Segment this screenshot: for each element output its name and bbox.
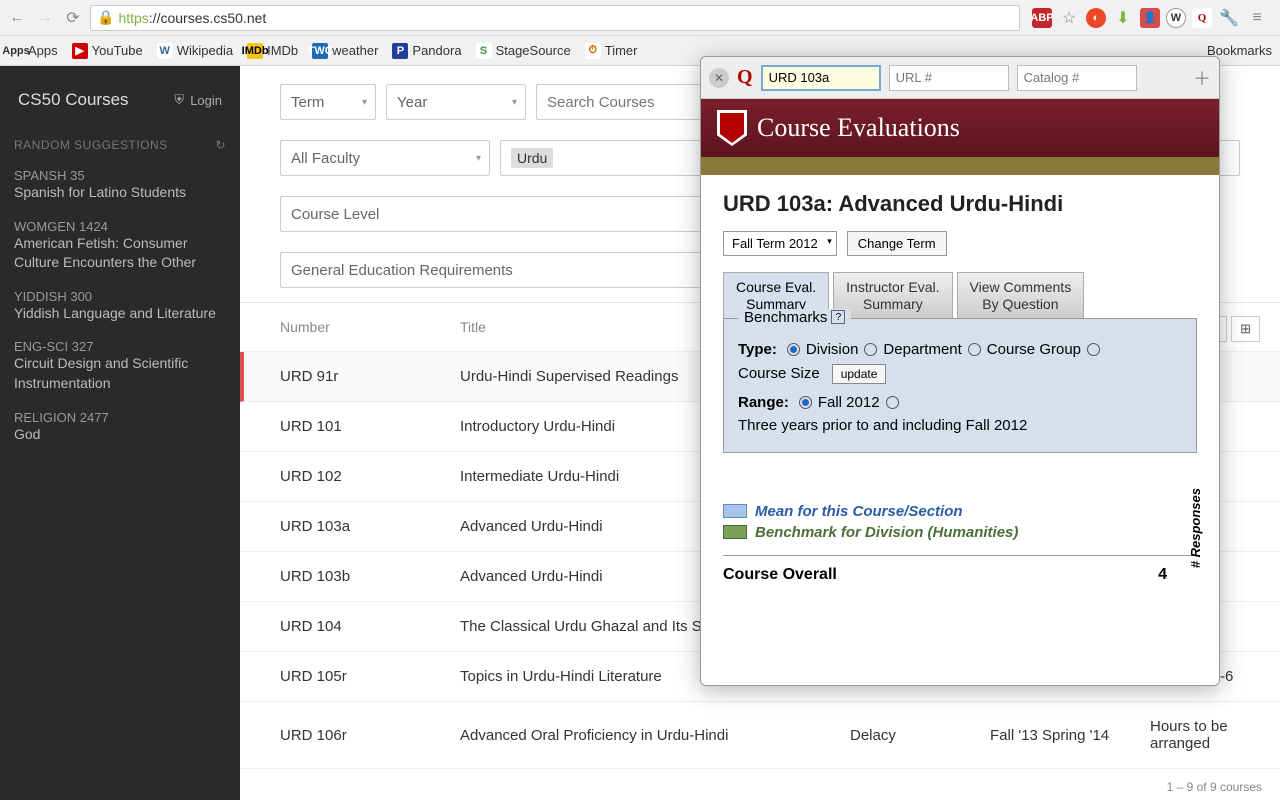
popup-banner: Course Evaluations <box>701 99 1219 157</box>
responses-label: # Responses <box>1188 488 1203 568</box>
banner-title: Course Evaluations <box>757 113 960 143</box>
popup-catalog-input[interactable] <box>1017 65 1137 91</box>
grid-view-button[interactable]: ⊞ <box>1231 316 1260 342</box>
year-select[interactable]: Year <box>386 84 526 120</box>
reload-button[interactable]: ⟳ <box>62 7 84 29</box>
lock-icon: 🔒 <box>97 9 114 26</box>
w-icon[interactable]: W <box>1166 8 1186 28</box>
back-button[interactable]: ← <box>6 7 28 29</box>
radio-range-0[interactable] <box>799 396 812 409</box>
bookmark-stagesource[interactable]: SStageSource <box>476 43 571 59</box>
legend-mean: Mean for this Course/Section <box>755 503 963 520</box>
popup-url-input[interactable] <box>889 65 1009 91</box>
overall-label: Course Overall <box>723 566 837 584</box>
range-label: Range: <box>738 394 789 411</box>
shield-icon: ⛨ <box>174 92 184 108</box>
radio-label: Course Group <box>987 341 1081 358</box>
sidebar: CS50 Courses ⛨ Login RANDOM SUGGESTIONS … <box>0 66 240 800</box>
suggestions-header: RANDOM SUGGESTIONS <box>14 138 168 152</box>
menu-icon[interactable]: ≡ <box>1246 7 1268 29</box>
star-icon[interactable]: ☆ <box>1058 7 1080 29</box>
extension-icons: ABP ☆ ◐ ⬇ 👤 W Q 🔧 ≡ <box>1026 7 1274 29</box>
bookmark-weather[interactable]: TWCweather <box>312 43 378 59</box>
suggestion-item[interactable]: YIDDISH 300Yiddish Language and Literatu… <box>0 283 240 334</box>
wrench-icon[interactable]: 🔧 <box>1218 7 1240 29</box>
radio-type-course-size[interactable] <box>1087 343 1100 356</box>
change-term-button[interactable]: Change Term <box>847 231 947 256</box>
course-heading: URD 103a: Advanced Urdu-Hindi <box>723 191 1197 217</box>
help-icon[interactable]: ? <box>831 310 845 324</box>
browser-toolbar: ← → ⟳ 🔒 https://courses.cs50.net ABP ☆ ◐… <box>0 0 1280 36</box>
radio-type-course-group[interactable] <box>968 343 981 356</box>
radio-label: Fall 2012 <box>818 394 880 411</box>
bookmark-timer[interactable]: ⏱Timer <box>585 43 638 59</box>
bookmark-pandora[interactable]: PPandora <box>392 43 461 59</box>
download-icon[interactable]: ⬇ <box>1112 7 1134 29</box>
ext-red-icon[interactable]: 👤 <box>1140 8 1160 28</box>
login-label: Login <box>190 93 222 108</box>
overall-count: 4 <box>1158 566 1167 584</box>
forward-button[interactable]: → <box>34 7 56 29</box>
bookmark-youtube[interactable]: ▶YouTube <box>72 43 143 59</box>
term-select[interactable]: Term <box>280 84 376 120</box>
suggestion-item[interactable]: ENG-SCI 327Circuit Design and Scientific… <box>0 333 240 403</box>
login-link[interactable]: ⛨ Login <box>174 92 222 108</box>
update-button[interactable]: update <box>832 364 887 384</box>
app-title: CS50 Courses <box>18 90 129 110</box>
mean-swatch <box>723 504 747 518</box>
address-bar[interactable]: 🔒 https://courses.cs50.net <box>90 5 1020 31</box>
popup-toolbar: ✕ Q ＋ <box>701 57 1219 99</box>
suggestion-item[interactable]: WOMGEN 1424American Fetish: Consumer Cul… <box>0 213 240 283</box>
radio-range-1[interactable] <box>886 396 899 409</box>
benchmarks-panel: Benchmarks ? Type: DivisionDepartmentCou… <box>723 318 1197 453</box>
benchmarks-legend: Benchmarks ? <box>738 309 851 326</box>
radio-label: Division <box>806 341 859 358</box>
abp-icon[interactable]: ABP <box>1032 8 1052 28</box>
suggestion-item[interactable]: SPANSH 35Spanish for Latino Students <box>0 162 240 213</box>
radio-label: Course Size <box>738 365 820 382</box>
popup-search-input[interactable] <box>761 65 881 91</box>
harvard-shield-icon <box>717 110 747 146</box>
tab-2[interactable]: View CommentsBy Question <box>957 272 1085 319</box>
radio-label: Three years prior to and including Fall … <box>738 417 1027 434</box>
url-text: ://courses.cs50.net <box>149 10 267 26</box>
radio-type-division[interactable] <box>787 343 800 356</box>
q-icon[interactable]: Q <box>1192 8 1212 28</box>
q-logo-icon: Q <box>737 66 753 89</box>
bookmark-imdb[interactable]: IMDbIMDb <box>247 43 298 59</box>
bookmark-wikipedia[interactable]: WWikipedia <box>157 43 233 59</box>
evaluation-popup: ✕ Q ＋ Course Evaluations URD 103a: Advan… <box>700 56 1220 686</box>
faculty-select[interactable]: All Faculty <box>280 140 490 176</box>
radio-type-department[interactable] <box>864 343 877 356</box>
result-count: 1 – 9 of 9 courses <box>1167 780 1262 794</box>
course-overall-row: Course Overall 4 <box>723 555 1197 584</box>
legend-benchmark: Benchmark for Division (Humanities) <box>755 524 1018 541</box>
bookmark-apps[interactable]: AppsApps <box>8 43 58 59</box>
close-icon[interactable]: ✕ <box>709 68 729 88</box>
add-icon[interactable]: ＋ <box>1193 65 1211 91</box>
filter-tag-urdu[interactable]: Urdu <box>511 148 553 168</box>
suggestion-item[interactable]: RELIGION 2477God <box>0 404 240 455</box>
refresh-icon[interactable]: ↻ <box>215 138 226 152</box>
type-label: Type: <box>738 341 777 358</box>
stumble-icon[interactable]: ◐ <box>1086 8 1106 28</box>
term-dropdown[interactable]: Fall Term 2012 <box>723 231 837 256</box>
url-scheme: https <box>118 10 148 26</box>
col-number: Number <box>280 319 460 335</box>
table-row[interactable]: URD 106rAdvanced Oral Proficiency in Urd… <box>240 702 1280 769</box>
radio-label: Department <box>883 341 961 358</box>
bench-swatch <box>723 525 747 539</box>
